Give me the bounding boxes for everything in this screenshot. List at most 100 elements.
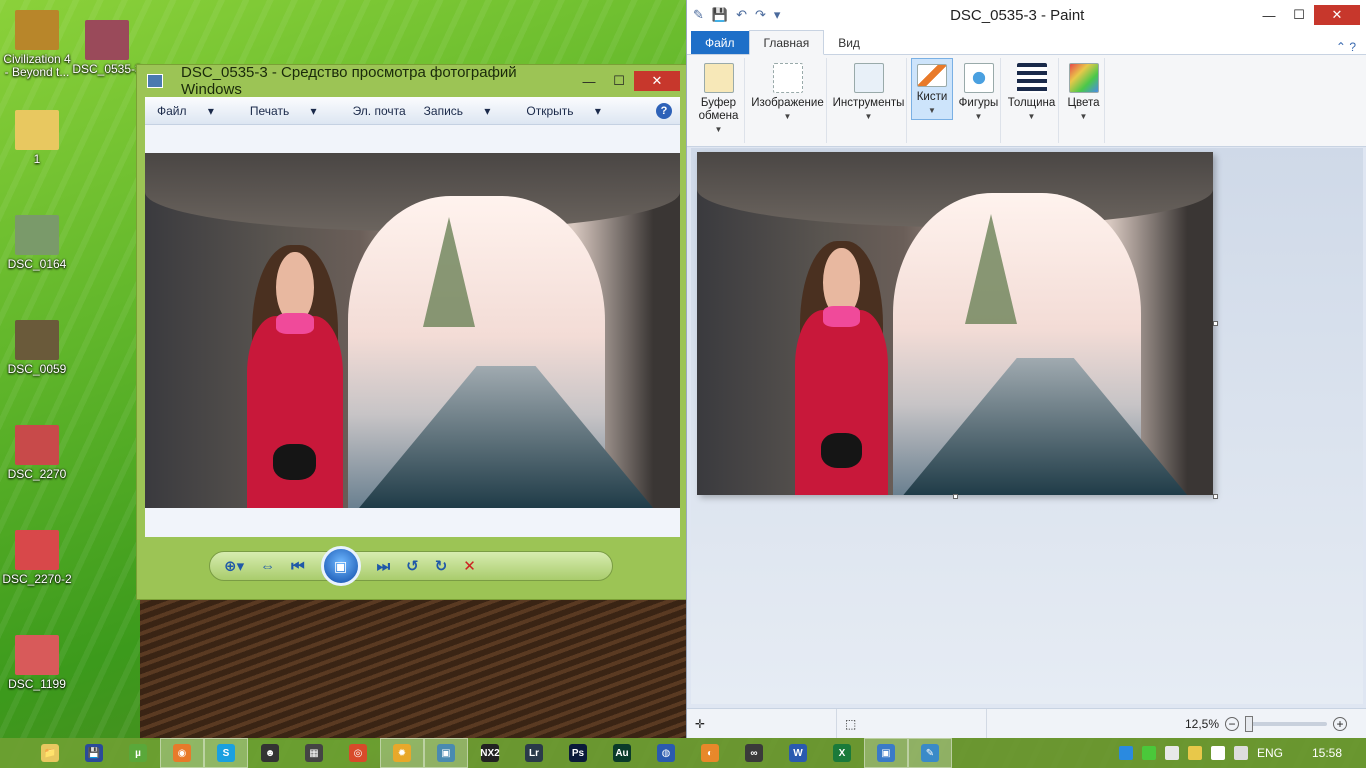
taskbar-word-button[interactable]: W [776,738,820,768]
taskbar-sun-button[interactable]: ✹ [380,738,424,768]
desktop-icon[interactable]: DSC_1199 [2,635,72,691]
taskbar-lightroom-button[interactable]: Lr [512,738,556,768]
tab-home[interactable]: Главная [748,30,825,55]
zoom-slider-thumb[interactable] [1245,715,1253,732]
taskbar-clapper-button[interactable]: ▦ [292,738,336,768]
photo-viewer-icon: ▣ [877,744,895,762]
maximize-button[interactable]: ☐ [604,71,634,91]
desktop-icon-label: DSC_0059 [7,362,67,376]
resize-handle-corner[interactable] [1213,494,1218,499]
paint-window: ✎ 💾 ↶ ↷ ▾ DSC_0535-3 - Paint — ☐ ✕ Файл … [686,0,1366,738]
tab-view[interactable]: Вид [824,31,874,54]
fit-window-icon[interactable]: ⇔ [260,558,275,575]
taskbar-photo-viewer-button[interactable]: ▣ [864,738,908,768]
menu-burn[interactable]: Запись ▾ [424,104,509,118]
taskbar-orange-button[interactable]: ◐ [688,738,732,768]
close-button[interactable]: ✕ [634,71,680,91]
minimize-button[interactable]: — [1254,5,1284,25]
desktop-icon-label: Civilization 4 - Beyond t... [3,52,71,79]
colors-group[interactable]: Цвета ▼ [1063,58,1105,143]
displayed-photo[interactable] [145,153,680,508]
photo-viewer-titlebar[interactable]: DSC_0535-3 - Средство просмотра фотограф… [137,64,686,98]
security-icon[interactable] [1141,746,1156,760]
help-icon[interactable]: ? [1349,40,1356,54]
paint-canvas[interactable] [697,152,1213,495]
slideshow-button[interactable]: ▣ [320,546,361,586]
paint-titlebar[interactable]: ✎ 💾 ↶ ↷ ▾ DSC_0535-3 - Paint — ☐ ✕ [687,0,1366,30]
delete-icon[interactable]: ✕ [463,557,476,575]
previous-icon[interactable]: ⏮ [291,558,305,575]
menu-open[interactable]: Открыть ▾ [526,104,619,118]
desktop-icon[interactable]: DSC_0535-3 [72,20,142,76]
tab-file[interactable]: Файл [691,31,749,54]
word-icon: W [789,744,807,762]
firefox-icon: ◉ [173,744,191,762]
taskbar-explorer-button[interactable]: 📁 [28,738,72,768]
paint-statusbar: ✛ ⬚ 12,5% − + [687,708,1366,738]
taskbar-photoshop-button[interactable]: Ps [556,738,600,768]
taskbar-torrent-button[interactable]: µ [116,738,160,768]
taskbar-photo-button[interactable]: ▣ [424,738,468,768]
taskbar-apps: 📁 💾 µ ◉ S ☻ ▦ ◎ ✹ ▣ NX2 Lr Ps Au ◍ ◐ ∞ W X ▣ ✎ [28,738,952,768]
desktop-icon[interactable]: DSC_0164 [2,215,72,271]
language-indicator[interactable]: ENG [1257,746,1283,760]
wallpaper-field [140,600,700,740]
desktop-icon[interactable]: DSC_2270 [2,425,72,481]
clock[interactable]: 15:58 [1312,746,1342,760]
menu-email[interactable]: Эл. почта [353,104,406,118]
taskbar-excel-button[interactable]: X [820,738,864,768]
size-group[interactable]: Толщина ▼ [1005,58,1059,143]
rotate-cw-icon[interactable]: ↻ [435,557,448,575]
paint-app-icon[interactable]: ✎ [693,7,704,23]
taskbar-alien-button[interactable]: ☻ [248,738,292,768]
menu-print[interactable]: Печать ▾ [250,104,335,118]
taskbar-audition-button[interactable]: Au [600,738,644,768]
next-icon[interactable]: ⏭ [377,558,391,575]
close-button[interactable]: ✕ [1314,5,1360,25]
minimize-button[interactable]: — [574,71,604,91]
signal-icon[interactable] [1210,746,1225,760]
save-icon[interactable]: 💾 [712,7,728,23]
taskbar-nx2-button[interactable]: NX2 [468,738,512,768]
resize-handle-right[interactable] [1213,321,1218,326]
help-icon[interactable]: ? [656,102,672,119]
quick-access-toolbar: ✎ 💾 ↶ ↷ ▾ [687,7,780,23]
canvas-area[interactable] [691,148,1363,704]
zoom-out-button[interactable]: − [1225,716,1239,731]
resize-handle-bottom[interactable] [953,494,958,499]
taskbar-paint-button[interactable]: ✎ [908,738,952,768]
menu-file[interactable]: Файл ▾ [157,104,232,118]
taskbar-binoculars-button[interactable]: ∞ [732,738,776,768]
collapse-ribbon-icon[interactable]: ⌃ [1336,40,1346,54]
redo-icon[interactable]: ↷ [755,7,766,23]
canvas-gloves [820,433,863,468]
menu-print-label: Печать [249,103,290,118]
maximize-button[interactable]: ☐ [1284,5,1314,25]
flag-icon[interactable] [1164,746,1179,760]
photoshop-icon: Ps [569,744,587,762]
image-group[interactable]: Изображение ▼ [749,58,827,143]
clipboard-group[interactable]: Буфер обмена ▼ [693,58,745,143]
photo-viewer-toolbar: ⊕▾ ⇔ ⏮ ▣ ⏭ ↺ ↻ ✕ [209,546,613,586]
chevron-down-icon: ▾ [207,103,214,118]
shapes-group[interactable]: Фигуры ▼ [957,58,1001,143]
desktop-icon[interactable]: 1 [2,110,72,166]
volume-icon[interactable] [1233,746,1248,760]
zoom-in-button[interactable]: + [1333,716,1347,731]
taskbar-firefox-button[interactable]: ◉ [160,738,204,768]
zoom-slider[interactable] [1245,715,1327,732]
battery-icon[interactable] [1187,746,1202,760]
desktop-icon[interactable]: DSC_2270-2 [2,530,72,586]
network-icon[interactable] [1118,746,1133,760]
brushes-group[interactable]: Кисти ▼ [911,58,953,120]
tools-group[interactable]: Инструменты ▼ [831,58,907,143]
taskbar-skype-button[interactable]: S [204,738,248,768]
rotate-ccw-icon[interactable]: ↺ [406,557,419,575]
taskbar-chrome-button[interactable]: ◎ [336,738,380,768]
taskbar-globe-button[interactable]: ◍ [644,738,688,768]
zoom-icon[interactable]: ⊕▾ [224,557,244,575]
taskbar-save-button[interactable]: 💾 [72,738,116,768]
desktop-icon[interactable]: DSC_0059 [2,320,72,376]
desktop-icon[interactable]: Civilization 4 - Beyond t... [2,10,72,79]
undo-icon[interactable]: ↶ [736,7,747,23]
